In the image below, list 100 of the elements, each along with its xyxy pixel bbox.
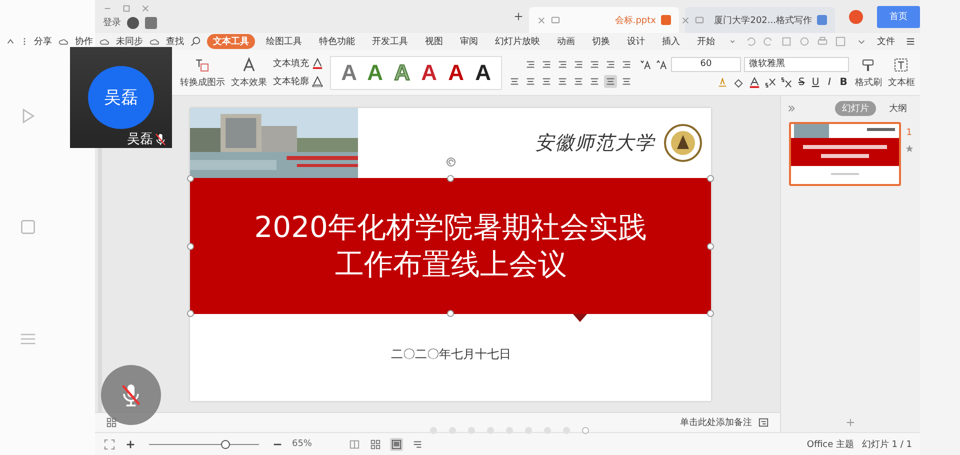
file-icon [817,15,827,25]
zoom-level[interactable]: 65% [292,439,312,449]
resize-handle[interactable] [708,242,714,250]
menu-tab[interactable]: 动画 [551,34,581,49]
toolbar-action[interactable]: 协作 [75,35,93,48]
format-button[interactable]: I [824,76,835,88]
slide[interactable]: 安徽师范大学 2020年化材学院暑期社会实践 工作布置线上会议 二〇二〇年七月十七日 [190,108,712,400]
school-name: 安徽师范大学 [536,130,656,156]
avatar: 吴磊 [88,66,154,129]
close-icon[interactable] [141,4,150,13]
screen-icon[interactable] [551,16,560,24]
menu-tab[interactable]: 开发工具 [366,34,414,49]
format-button[interactable]: S [796,76,807,88]
text-style[interactable]: A [448,60,464,86]
superscript-icon[interactable] [780,76,793,88]
collapse-icon[interactable] [6,37,15,46]
maximize-icon[interactable] [122,4,131,13]
resize-handle[interactable] [447,174,454,182]
file-menu[interactable]: 文件 [871,34,901,49]
panel-tab[interactable]: 大纲 [882,101,914,116]
subscript-icon[interactable] [764,76,777,88]
slide-title-line[interactable]: 工作布置线上会议 [335,246,567,282]
fill-color-icon [310,57,324,70]
font-size-field[interactable]: 60 [671,56,741,72]
menu-tab[interactable]: 审阅 [454,34,484,49]
menu-tab[interactable]: 绘图工具 [260,34,308,49]
text-box-button[interactable]: 文本框 [888,56,915,88]
font-field[interactable]: 微软雅黑 [744,56,849,72]
resize-handle[interactable] [708,174,714,182]
login-link[interactable]: 登录 [103,16,121,29]
normal-view-icon[interactable] [390,438,404,450]
tab-label: 会标.pptx [614,14,656,26]
text-style[interactable]: A [340,60,357,86]
resize-handle[interactable] [708,310,714,316]
close-icon[interactable] [681,16,690,24]
font-grow-icon[interactable] [655,58,668,70]
new-tab-icon[interactable] [514,12,523,21]
app-logo-icon[interactable] [849,10,863,24]
slide-title-line[interactable]: 2020年化材学院暑期社会实践 [254,209,648,246]
menu-tab[interactable]: 设计 [621,34,651,49]
text-effect-button[interactable]: 文本效果 [230,56,267,88]
slide-date: 二〇二〇年七月十七日 [391,346,511,362]
text-style[interactable]: A [421,60,438,86]
fit-icon[interactable] [103,438,116,450]
toolbar-action[interactable]: 未同步 [116,35,143,48]
home-tab[interactable]: 首页 [877,6,920,28]
pointer-icon [574,314,588,322]
text-style[interactable]: A [368,60,384,86]
slide-thumbnail[interactable] [789,122,901,186]
menu-icon[interactable] [906,37,915,46]
font-color-icon[interactable] [748,76,761,88]
slide-number: 1 [906,128,912,138]
menu-tab[interactable]: 视图 [419,34,449,49]
rotate-handle-icon[interactable] [446,156,456,166]
format-painter-button[interactable]: 格式刷 [855,56,882,88]
grid-view-icon[interactable] [369,438,382,450]
add-slide-icon[interactable] [846,418,855,426]
text-outline-button[interactable]: 文本轮廓 [272,75,324,88]
menu-tab[interactable]: 特色功能 [313,34,361,49]
font-shrink-icon[interactable] [639,58,652,70]
format-button[interactable]: B [838,76,849,88]
file-icon [661,15,671,25]
notes-placeholder[interactable]: 单击此处添加备注 [680,416,752,429]
video-tile[interactable]: 吴磊 吴磊 [70,47,172,148]
menu-tab[interactable]: 插入 [656,34,686,49]
menu-tab[interactable]: 切换 [586,34,616,49]
menu-tab[interactable]: 开始 [691,34,721,49]
emblem-icon [664,122,704,162]
letter-effect-icon [240,56,257,72]
grid-icon[interactable] [105,416,118,429]
close-icon[interactable] [537,16,546,24]
toolbar-action[interactable]: 查找 [166,35,184,48]
resize-handle[interactable] [447,310,454,316]
resize-handle[interactable] [188,310,194,316]
collapse-panel-icon[interactable] [787,104,796,113]
text-fill-button[interactable]: 文本填充 [272,57,324,70]
format-button[interactable]: U [810,76,821,88]
resize-handle[interactable] [188,242,194,250]
toolbar-action[interactable]: 分享 [34,35,52,48]
resize-handle[interactable] [188,174,194,182]
outline-icon [310,75,324,88]
star-icon [905,144,914,153]
align-icon[interactable] [604,74,617,88]
document-tab[interactable]: 厦门大学202...格式写作 [685,7,835,33]
paint-brush-icon [860,56,876,72]
reading-view-icon[interactable] [348,438,362,450]
text-style[interactable]: A [475,60,491,86]
notes-icon [757,416,770,429]
screen-icon[interactable] [695,16,704,24]
convert-button[interactable]: 转换成图示 [180,56,225,88]
avatar-icon[interactable] [127,16,139,28]
text-box-icon [894,56,910,72]
slide-count: 幻灯片 1 / 1 [862,438,912,450]
search-icon[interactable] [189,35,202,48]
theme-name: Office 主题 [806,438,854,450]
convert-icon [194,56,210,72]
tab-label: 厦门大学202...格式写作 [714,14,812,26]
menu-tab[interactable]: 幻灯片放映 [489,34,546,49]
skin-icon[interactable] [145,16,157,28]
participant-name: 吴磊 [127,131,153,148]
